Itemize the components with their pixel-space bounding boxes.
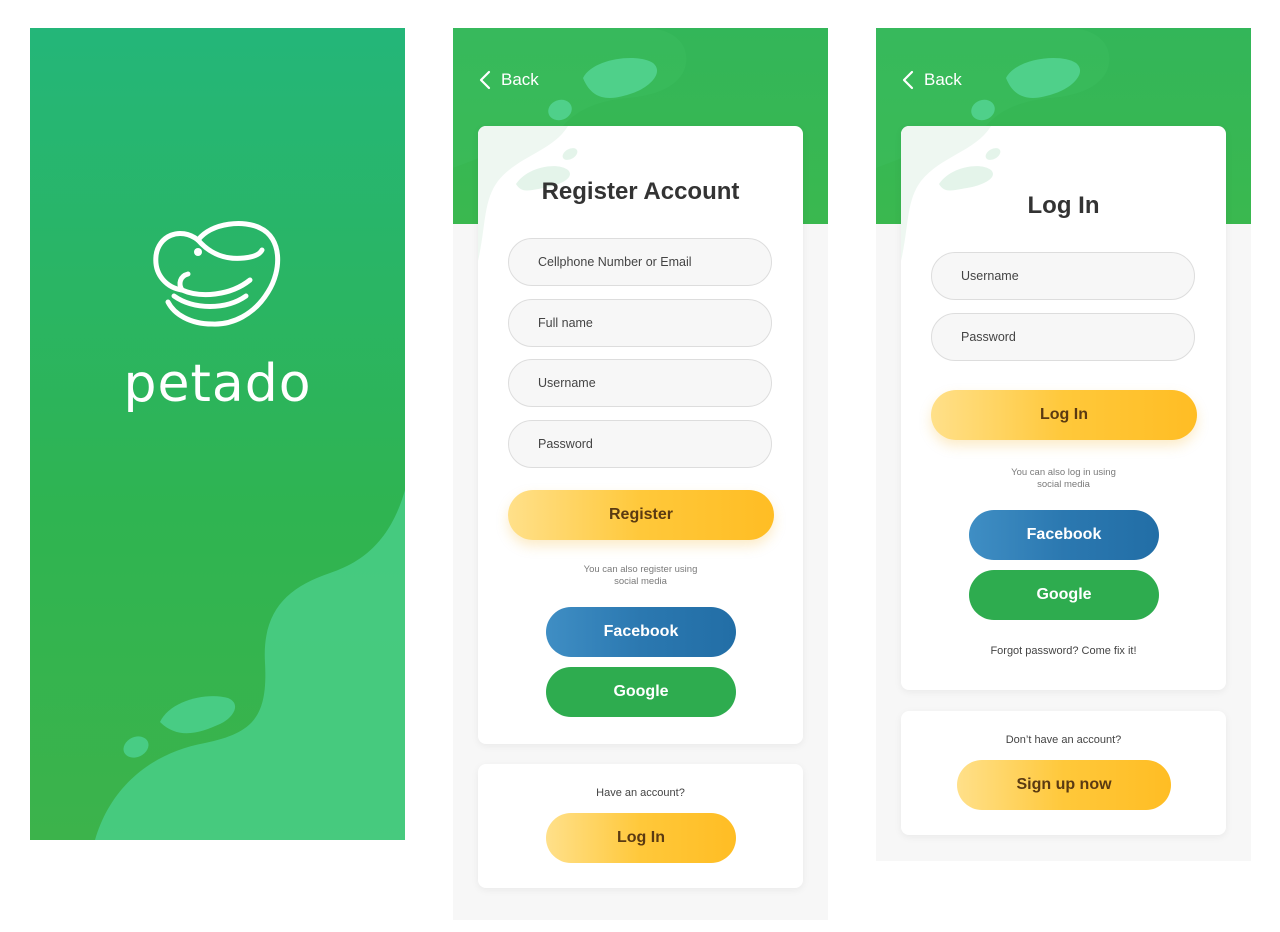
username-input[interactable] [931, 252, 1195, 300]
login-card: Log In Log In You can also log in using … [901, 126, 1226, 690]
chevron-left-icon [479, 70, 491, 90]
password-input[interactable] [931, 313, 1195, 361]
social-login-note: You can also log in using social media [1011, 467, 1116, 490]
splash-screen: petado [30, 28, 405, 840]
social-register-note: You can also register using social media [583, 564, 698, 587]
login-button[interactable]: Log In [931, 390, 1197, 440]
fullname-input[interactable] [508, 299, 772, 347]
no-account-card: Don’t have an account? Sign up now [901, 711, 1226, 835]
signup-button[interactable]: Sign up now [957, 760, 1171, 810]
back-label: Back [501, 70, 539, 89]
login-button[interactable]: Log In [546, 813, 736, 863]
page-title: Register Account [541, 178, 740, 205]
register-card: Register Account Register You can also r… [478, 126, 803, 744]
password-input[interactable] [508, 420, 772, 468]
wave-decoration [95, 490, 405, 840]
facebook-button[interactable]: Facebook [969, 510, 1159, 560]
back-label: Back [924, 70, 962, 89]
brand-name: petado [123, 354, 312, 414]
no-account-text: Don’t have an account? [1005, 734, 1122, 746]
have-account-card: Have an account? Log In [478, 764, 803, 888]
forgot-password-link[interactable]: Forgot password? Come fix it! [901, 645, 1226, 657]
contact-input[interactable] [508, 238, 772, 286]
back-button[interactable]: Back [902, 70, 962, 90]
page-title: Log In [1027, 192, 1100, 219]
have-account-text: Have an account? [596, 787, 685, 799]
username-input[interactable] [508, 359, 772, 407]
petado-logo-icon [153, 221, 281, 327]
back-button[interactable]: Back [479, 70, 539, 90]
google-button[interactable]: Google [546, 667, 736, 717]
facebook-button[interactable]: Facebook [546, 607, 736, 657]
login-screen: Back Log In Log In You can also log in u… [876, 28, 1251, 861]
register-screen: Back Register Account Register You can a… [453, 28, 828, 920]
google-button[interactable]: Google [969, 570, 1159, 620]
register-button[interactable]: Register [508, 490, 774, 540]
chevron-left-icon [902, 70, 914, 90]
